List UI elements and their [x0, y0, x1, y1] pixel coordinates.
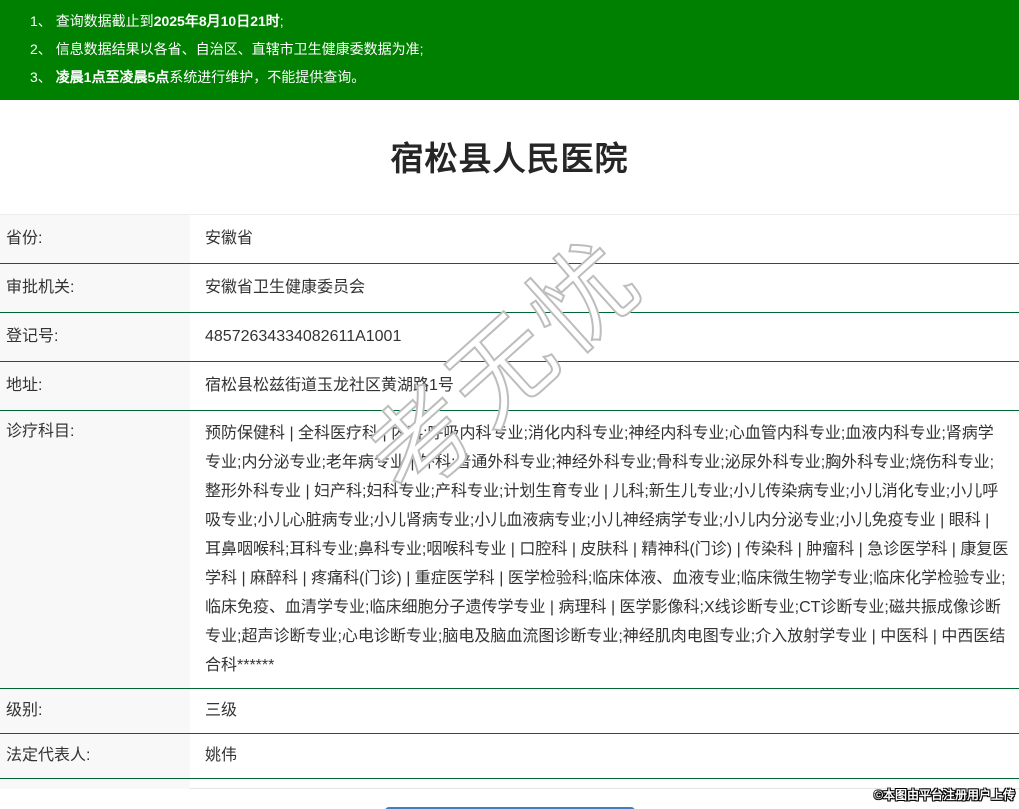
- notice-line-2: 2、 信息数据结果以各省、自治区、直辖市卫生健康委数据为准;: [30, 35, 1009, 63]
- row-label: 诊疗科目:: [0, 411, 190, 689]
- row-value: 安徽省: [190, 215, 1019, 264]
- notice-text: 查询数据截止到: [56, 13, 154, 29]
- notice-number: 3、: [30, 69, 56, 85]
- table-row-province: 省份: 安徽省: [0, 215, 1019, 264]
- table-row-medical-subjects: 诊疗科目: 预防保健科 | 全科医疗科 | 内科;呼吸内科专业;消化内科专业;神…: [0, 411, 1019, 689]
- upload-caption: ©本图由平台注册用户上传: [874, 786, 1015, 803]
- row-label: 级别:: [0, 689, 190, 734]
- table-row-registration-number: 登记号: 48572634334082611A1001: [0, 313, 1019, 362]
- table-row-level: 级别: 三级: [0, 689, 1019, 734]
- notice-line-1: 1、 查询数据截止到2025年8月10日21时;: [30, 7, 1009, 35]
- notice-text: 系统进行维护，不能提供查询。: [169, 69, 365, 85]
- partial-next-row: [0, 779, 1019, 789]
- row-value: 三级: [190, 689, 1019, 734]
- table-row-approval-authority: 审批机关: 安徽省卫生健康委员会: [0, 264, 1019, 313]
- notice-text: ;: [280, 13, 284, 29]
- partial-row-label-cell: [0, 779, 190, 789]
- table-row-address: 地址: 宿松县松兹街道玉龙社区黄湖路1号: [0, 362, 1019, 411]
- notice-text: 信息数据结果以各省、自治区、直辖市卫生健康委数据为准;: [56, 41, 424, 57]
- notice-number: 2、: [30, 41, 56, 57]
- row-label: 审批机关:: [0, 264, 190, 313]
- row-value: 48572634334082611A1001: [190, 313, 1019, 362]
- notice-bold-text: 凌晨1点至凌晨5点: [56, 69, 170, 85]
- row-value: 安徽省卫生健康委员会: [190, 264, 1019, 313]
- row-value: 预防保健科 | 全科医疗科 | 内科;呼吸内科专业;消化内科专业;神经内科专业;…: [190, 411, 1019, 689]
- row-label: 登记号:: [0, 313, 190, 362]
- notice-bold-text: 2025年8月10日21时: [154, 13, 280, 29]
- row-value: 宿松县松兹街道玉龙社区黄湖路1号: [190, 362, 1019, 411]
- page-title: 宿松县人民医院: [0, 132, 1019, 180]
- table-row-legal-representative: 法定代表人: 姚伟: [0, 734, 1019, 779]
- notice-line-3: 3、 凌晨1点至凌晨5点系统进行维护，不能提供查询。: [30, 63, 1009, 91]
- row-label: 法定代表人:: [0, 734, 190, 779]
- hospital-info-table: 省份: 安徽省 审批机关: 安徽省卫生健康委员会 登记号: 4857263433…: [0, 214, 1019, 779]
- row-label: 地址:: [0, 362, 190, 411]
- row-value: 姚伟: [190, 734, 1019, 779]
- notice-number: 1、: [30, 13, 56, 29]
- row-label: 省份:: [0, 215, 190, 264]
- hospital-info-page: 1、 查询数据截止到2025年8月10日21时; 2、 信息数据结果以各省、自治…: [0, 0, 1019, 809]
- notice-banner: 1、 查询数据截止到2025年8月10日21时; 2、 信息数据结果以各省、自治…: [0, 0, 1019, 100]
